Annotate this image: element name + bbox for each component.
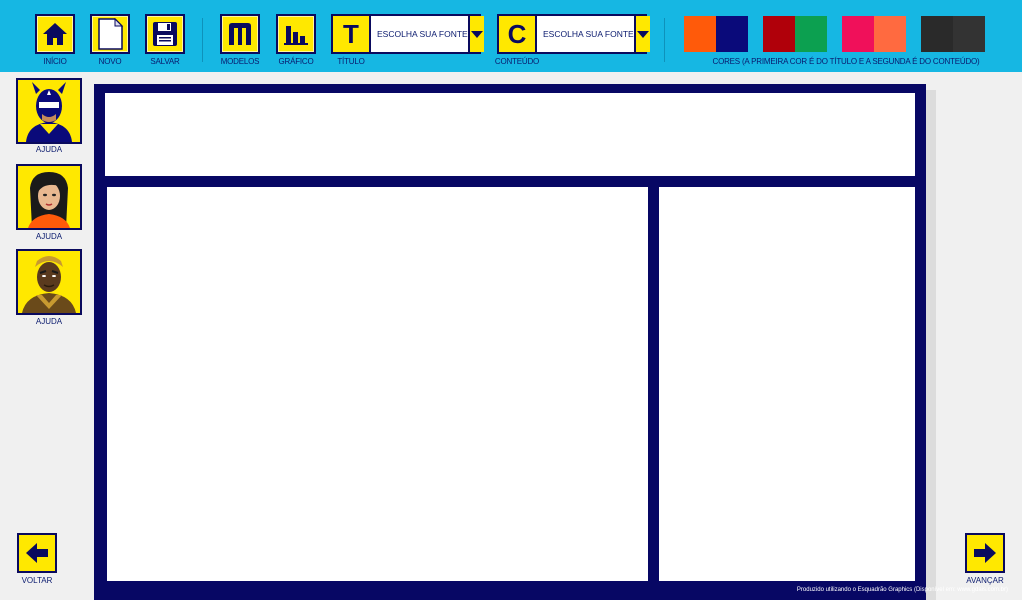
content-font-value: ESCOLHA SUA FONTE <box>543 29 634 39</box>
chart-label: GRÁFICO <box>278 57 314 66</box>
color-pair-swatch[interactable] <box>684 16 748 52</box>
title-color-swatch <box>921 16 953 52</box>
forward-button[interactable] <box>965 533 1005 573</box>
title-font-select[interactable]: ESCOLHA SUA FONTE <box>369 14 484 54</box>
help-label: AJUDA <box>35 145 63 154</box>
new-button[interactable] <box>90 14 130 54</box>
chart-button[interactable] <box>276 14 316 54</box>
home-icon <box>43 23 67 45</box>
color-pair-swatch[interactable] <box>763 16 827 52</box>
warrior-avatar-icon <box>18 251 80 313</box>
help-label: AJUDA <box>35 232 63 241</box>
forward-label: AVANÇAR <box>966 576 1004 585</box>
models-button[interactable] <box>220 14 260 54</box>
content-color-swatch <box>953 16 985 52</box>
content-panel-right[interactable] <box>659 187 915 581</box>
hero-masked-avatar-icon <box>18 80 80 142</box>
back-label: VOLTAR <box>21 576 53 585</box>
new-label: NOVO <box>98 57 122 66</box>
content-color-swatch <box>795 16 827 52</box>
title-font-letter-icon[interactable]: T <box>331 14 371 54</box>
help-hero-button[interactable] <box>16 78 82 144</box>
top-toolbar: INÍCIO NOVO SALVAR MODELOS GRÁFICO T ESC… <box>0 0 1022 72</box>
home-button[interactable] <box>35 14 75 54</box>
slide-board <box>94 84 926 600</box>
content-font-letter-icon[interactable]: C <box>497 14 537 54</box>
new-document-icon <box>98 18 124 50</box>
content-label: CONTEÚDO <box>494 57 540 66</box>
help-warrior-button[interactable] <box>16 249 82 315</box>
title-color-swatch <box>684 16 716 52</box>
save-button[interactable] <box>145 14 185 54</box>
help-label: AJUDA <box>35 317 63 326</box>
toolbar-divider <box>202 18 203 62</box>
title-label: TÍTULO <box>337 57 365 66</box>
content-color-swatch <box>716 16 748 52</box>
content-color-swatch <box>874 16 906 52</box>
arrow-right-icon <box>974 543 996 563</box>
title-color-swatch <box>842 16 874 52</box>
toolbar-divider <box>664 18 665 62</box>
back-button[interactable] <box>17 533 57 573</box>
chevron-down-icon[interactable] <box>467 16 484 52</box>
heroine-avatar-icon <box>18 166 80 228</box>
title-color-swatch <box>763 16 795 52</box>
color-pair-swatch[interactable] <box>921 16 985 52</box>
content-font-select[interactable]: ESCOLHA SUA FONTE <box>535 14 650 54</box>
models-label: MODELOS <box>220 57 260 66</box>
help-heroine-button[interactable] <box>16 164 82 230</box>
home-label: INÍCIO <box>43 57 67 66</box>
content-panel-left[interactable] <box>107 187 648 581</box>
arrow-left-icon <box>26 543 48 563</box>
title-font-value: ESCOLHA SUA FONTE <box>377 29 468 39</box>
models-m-icon <box>229 23 251 45</box>
color-pair-swatch[interactable] <box>842 16 906 52</box>
floppy-disk-icon <box>153 22 177 46</box>
chevron-down-icon[interactable] <box>633 16 650 52</box>
footer-credit: Produzido utilizando o Esquadrão Graphic… <box>796 587 1008 593</box>
save-label: SALVAR <box>150 57 180 66</box>
colors-label: CORES (A PRIMEIRA COR É DO TÍTULO E A SE… <box>712 57 980 66</box>
title-panel[interactable] <box>105 93 915 176</box>
bar-chart-icon <box>284 26 308 45</box>
